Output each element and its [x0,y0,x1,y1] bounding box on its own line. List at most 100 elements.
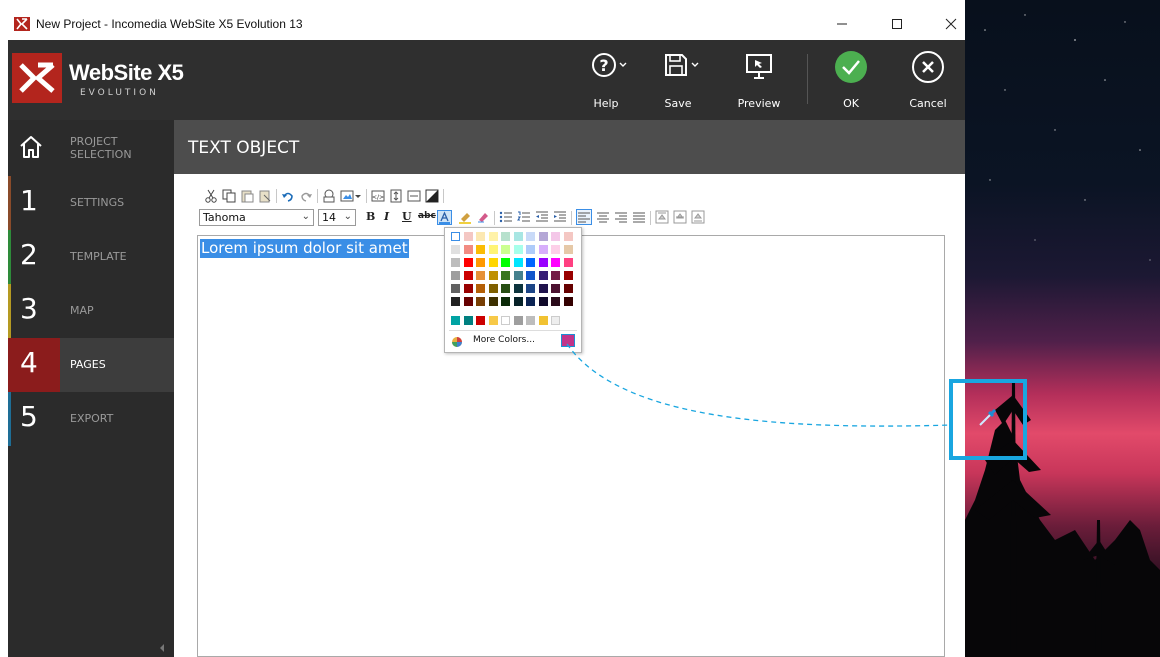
color-swatch[interactable] [526,271,535,280]
color-swatch[interactable] [526,297,535,306]
color-swatch[interactable] [526,284,535,293]
color-swatch[interactable] [513,258,523,267]
color-swatch[interactable] [538,297,548,306]
color-swatch[interactable] [488,271,498,280]
undo-icon[interactable] [281,189,295,203]
preview-button[interactable]: Preview [734,48,784,114]
color-swatch[interactable] [513,232,523,241]
image-icon[interactable] [340,189,354,203]
numbered-list-icon[interactable] [517,210,531,224]
copy-icon[interactable] [222,189,236,203]
color-swatch[interactable] [551,245,560,254]
color-swatch[interactable] [476,271,485,280]
color-swatch[interactable] [563,297,573,306]
color-swatch[interactable] [451,284,460,293]
color-swatch[interactable] [538,284,548,293]
color-swatch[interactable] [513,297,523,306]
color-swatch[interactable] [488,232,498,241]
color-swatch[interactable] [476,258,485,267]
recent-color-swatch[interactable] [551,316,560,325]
color-swatch[interactable] [563,258,573,267]
cut-icon[interactable] [204,189,218,203]
insert-row-icon[interactable] [389,189,403,203]
minimize-button[interactable] [824,13,860,35]
color-swatch[interactable] [513,271,523,280]
color-swatch[interactable] [476,297,485,306]
sidebar-item-settings[interactable]: 1 SETTINGS [8,176,174,230]
valign-bottom-icon[interactable] [691,210,705,224]
clear-format-icon[interactable] [476,210,490,224]
color-swatch[interactable] [488,284,498,293]
recent-color-swatch[interactable] [513,316,523,325]
color-swatch[interactable] [551,232,560,241]
sidebar-item-map[interactable]: 3 MAP [8,284,174,338]
justify-icon[interactable] [632,210,646,224]
valign-middle-icon[interactable] [673,210,687,224]
italic-button[interactable]: I [384,210,389,223]
align-left-icon[interactable] [576,209,592,225]
sidebar-item-export[interactable]: 5 EXPORT [8,392,174,446]
color-swatch[interactable] [551,284,560,293]
color-swatch[interactable] [476,245,485,254]
color-swatch[interactable] [488,297,498,306]
color-swatch[interactable] [551,258,560,267]
color-swatch[interactable] [501,271,510,280]
paste-text-icon[interactable] [258,189,272,203]
color-swatch[interactable] [463,297,473,306]
more-colors-button[interactable]: More Colors... [451,335,571,349]
color-swatch[interactable] [538,245,548,254]
color-swatch[interactable] [563,245,573,254]
color-swatch[interactable] [476,284,485,293]
indent-icon[interactable] [553,210,567,224]
color-swatch[interactable] [538,232,548,241]
maximize-button[interactable] [879,13,915,35]
color-swatch[interactable] [551,297,560,306]
color-swatch[interactable] [488,258,498,267]
help-button[interactable]: ? Help [581,48,631,114]
color-swatch[interactable] [538,258,548,267]
color-swatch[interactable] [463,245,473,254]
bullet-list-icon[interactable] [499,210,513,224]
valign-top-icon[interactable] [655,210,669,224]
selected-text[interactable]: Lorem ipsum dolor sit amet [200,239,409,258]
color-swatch[interactable] [451,258,460,267]
color-swatch[interactable] [463,284,473,293]
sidebar-item-project-selection[interactable]: PROJECT SELECTION [8,120,174,176]
color-swatch[interactable] [563,232,573,241]
ok-button[interactable]: OK [826,48,876,114]
color-swatch[interactable] [488,245,498,254]
text-color-icon[interactable] [437,210,452,225]
color-swatch[interactable] [551,271,560,280]
color-swatch[interactable] [463,258,473,267]
bold-button[interactable]: B [366,210,375,223]
recent-color-swatch[interactable] [488,316,498,325]
html-code-icon[interactable]: </> [371,189,385,203]
link-icon[interactable] [322,189,336,203]
recent-color-swatch[interactable] [538,316,548,325]
color-swatch[interactable] [463,232,473,241]
color-swatch[interactable] [501,297,510,306]
color-swatch[interactable] [538,271,548,280]
color-swatch[interactable] [501,232,510,241]
recent-color-swatch[interactable] [501,316,510,325]
color-swatch[interactable] [501,284,510,293]
color-swatch[interactable] [451,297,460,306]
highlight-icon[interactable] [458,210,472,224]
font-family-select[interactable]: Tahoma ⌄ [199,209,314,226]
outdent-icon[interactable] [535,210,549,224]
color-swatch[interactable] [501,258,510,267]
strikethrough-button[interactable]: abc [418,211,436,221]
color-swatch[interactable] [526,258,535,267]
redo-icon[interactable] [299,189,313,203]
color-swatch[interactable] [526,245,535,254]
font-size-select[interactable]: 14 ⌄ [318,209,356,226]
color-swatch[interactable] [563,284,573,293]
color-swatch[interactable] [476,232,485,241]
recent-color-swatch[interactable] [451,316,460,325]
sidebar-item-pages[interactable]: 4 PAGES [8,338,174,392]
recent-color-swatch[interactable] [463,316,473,325]
save-button[interactable]: Save [653,48,703,114]
color-swatch[interactable] [463,271,473,280]
align-right-icon[interactable] [614,210,628,224]
background-color-icon[interactable] [425,189,439,203]
